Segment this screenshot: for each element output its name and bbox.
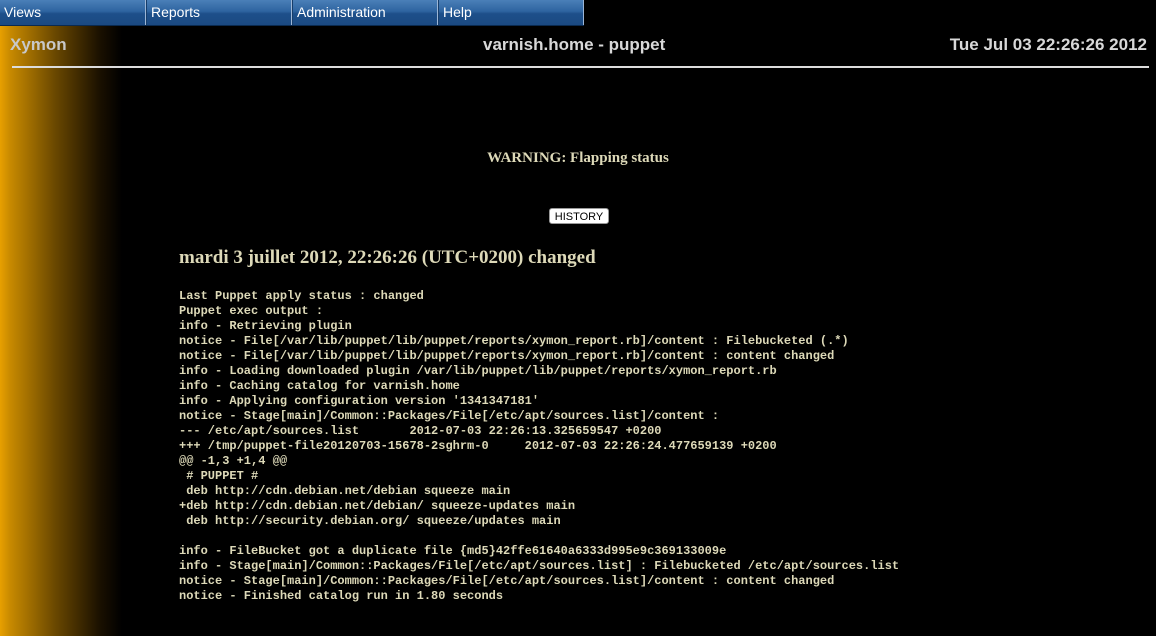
log-line: +++ /tmp/puppet-file20120703-15678-2sghr… [179, 439, 777, 453]
log-line: info - Stage[main]/Common::Packages/File… [179, 559, 900, 573]
warning-message: WARNING: Flapping status [487, 150, 669, 166]
top-menubar: Views Reports Administration Help [0, 0, 584, 26]
header-divider [12, 66, 1149, 68]
log-line: Puppet exec output : [179, 304, 324, 318]
log-line: deb http://cdn.debian.net/debian squeeze… [179, 484, 511, 498]
log-line: info - Applying configuration version '1… [179, 394, 540, 408]
log-line: Last Puppet apply status : changed [179, 289, 424, 303]
log-line: notice - File[/var/lib/puppet/lib/puppet… [179, 349, 835, 363]
page-title: varnish.home - puppet [483, 35, 666, 54]
side-gradient-bar [0, 26, 122, 636]
log-line: @@ -1,3 +1,4 @@ [179, 454, 288, 468]
log-line: info - Caching catalog for varnish.home [179, 379, 460, 393]
log-line: notice - Finished catalog run in 1.80 se… [179, 589, 504, 603]
log-line: +deb http://cdn.debian.net/debian/ squee… [179, 499, 576, 513]
menu-administration[interactable]: Administration [292, 0, 438, 25]
header-datetime: Tue Jul 03 22:26:26 2012 [949, 35, 1147, 54]
log-line: info - FileBucket got a duplicate file {… [179, 544, 727, 558]
log-line: info - Loading downloaded plugin /var/li… [179, 364, 777, 378]
log-line: notice - File[/var/lib/puppet/lib/puppet… [179, 334, 849, 348]
page-header: Xymon varnish.home - puppet Tue Jul 03 2… [0, 26, 1156, 66]
log-line: --- /etc/apt/sources.list 2012-07-03 22:… [179, 424, 662, 438]
menu-reports[interactable]: Reports [146, 0, 292, 25]
history-button[interactable]: HISTORY [549, 208, 609, 224]
brand-name[interactable]: Xymon [10, 35, 67, 55]
log-line: # PUPPET # [179, 469, 259, 483]
menu-help[interactable]: Help [438, 0, 584, 25]
log-line: notice - Stage[main]/Common::Packages/Fi… [179, 574, 835, 588]
log-line: info - Retrieving plugin [179, 319, 352, 333]
puppet-log-output: Last Puppet apply status : changed Puppet… [179, 289, 899, 604]
log-line: deb http://security.debian.org/ squeeze/… [179, 514, 561, 528]
log-line: notice - Stage[main]/Common::Packages/Fi… [179, 409, 720, 423]
status-title: mardi 3 juillet 2012, 22:26:26 (UTC+0200… [179, 247, 596, 268]
menu-views[interactable]: Views [0, 0, 146, 25]
